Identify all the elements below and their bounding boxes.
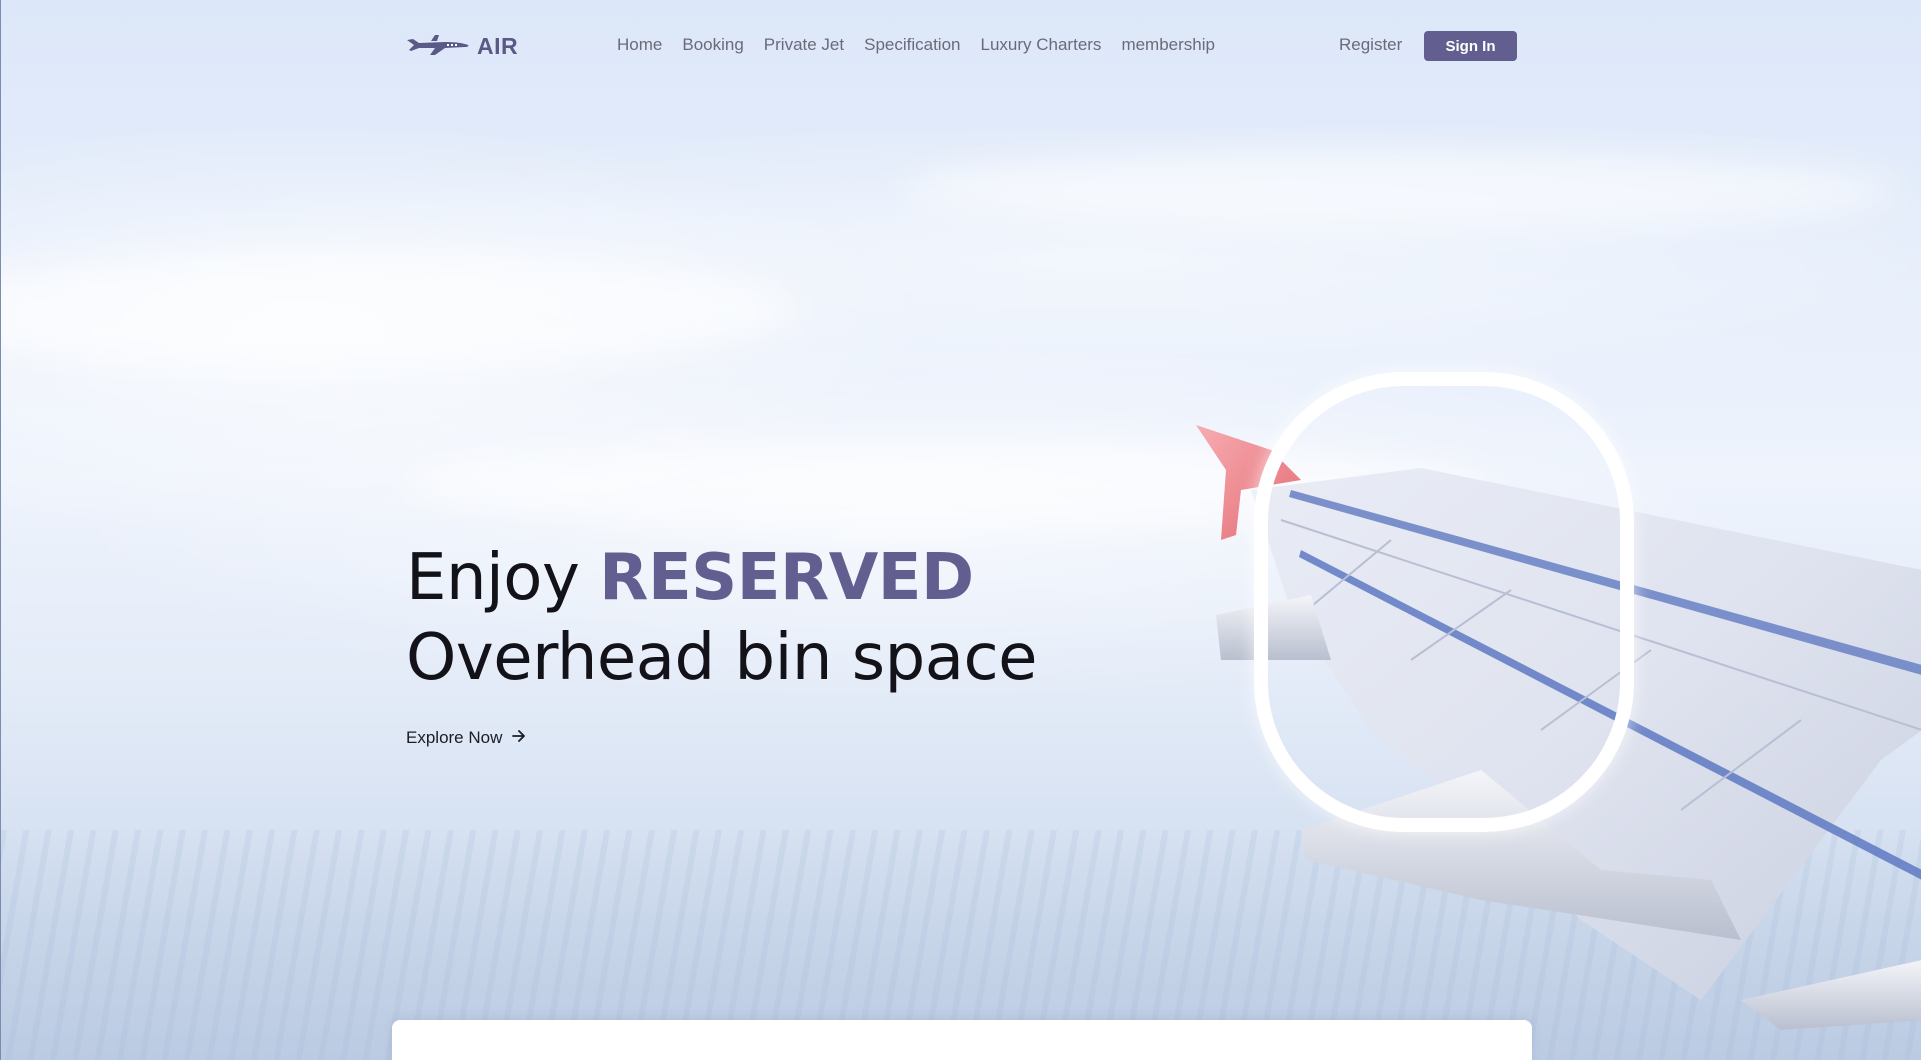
- brand-logo[interactable]: AIR: [405, 30, 518, 63]
- nav-link-home[interactable]: Home: [617, 35, 662, 55]
- nav-link-luxury-charters[interactable]: Luxury Charters: [981, 35, 1102, 55]
- cloud-decoration: [401, 440, 1501, 530]
- nav-link-booking[interactable]: Booking: [682, 35, 743, 55]
- top-navigation: AIR Home Booking Private Jet Specificati…: [1, 28, 1921, 68]
- plane-window-frame: [1254, 372, 1634, 832]
- page: AIR Home Booking Private Jet Specificati…: [0, 0, 1921, 1060]
- hero-title-line2: Overhead bin space: [406, 621, 1038, 695]
- airplane-icon: [405, 30, 471, 63]
- brand-name: AIR: [477, 33, 519, 59]
- cloud-decoration: [901, 150, 1901, 230]
- nav-link-private-jet[interactable]: Private Jet: [764, 35, 844, 55]
- arrow-right-icon: [512, 729, 526, 747]
- hero-title-prefix: Enjoy: [406, 541, 600, 615]
- booking-card: [392, 1020, 1532, 1060]
- register-link[interactable]: Register: [1339, 35, 1402, 55]
- airplane-wing-image: [1196, 425, 1921, 1030]
- nav-links: Home Booking Private Jet Specification L…: [617, 35, 1215, 55]
- cloud-decoration: [1, 250, 801, 370]
- nav-link-specification[interactable]: Specification: [864, 35, 960, 55]
- explore-now-label: Explore Now: [406, 728, 503, 747]
- hero-title: Enjoy RESERVED Overhead bin space: [406, 538, 1038, 698]
- nav-link-membership[interactable]: membership: [1121, 35, 1215, 55]
- explore-now-link[interactable]: Explore Now: [406, 728, 526, 748]
- sign-in-button[interactable]: Sign In: [1424, 31, 1517, 61]
- hero-title-accent: RESERVED: [599, 541, 974, 615]
